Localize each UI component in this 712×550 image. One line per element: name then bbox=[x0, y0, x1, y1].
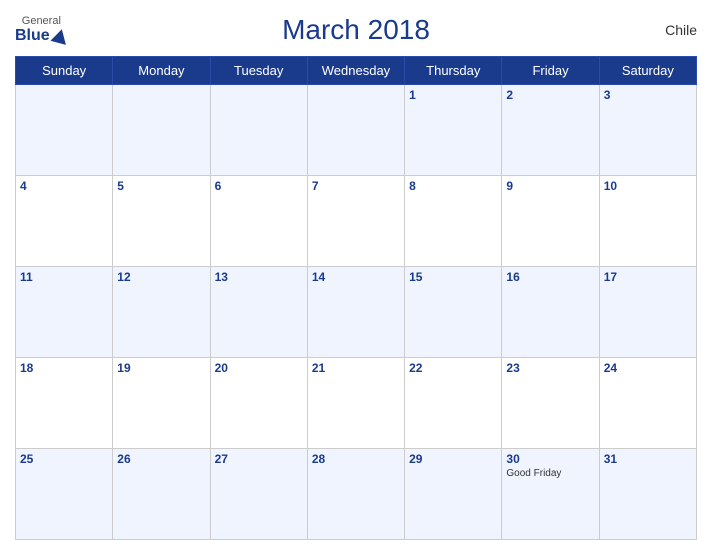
day-number: 22 bbox=[409, 361, 497, 375]
calendar-cell: 1 bbox=[405, 85, 502, 176]
calendar-cell bbox=[307, 85, 404, 176]
day-number: 16 bbox=[506, 270, 594, 284]
weekday-header-friday: Friday bbox=[502, 57, 599, 85]
calendar-cell: 14 bbox=[307, 267, 404, 358]
calendar-cell bbox=[16, 85, 113, 176]
weekday-header-row: SundayMondayTuesdayWednesdayThursdayFrid… bbox=[16, 57, 697, 85]
calendar-week-row: 25 26 27 28 29 30 Good Friday 31 bbox=[16, 449, 697, 540]
day-number: 2 bbox=[506, 88, 594, 102]
calendar-cell: 10 bbox=[599, 176, 696, 267]
calendar-cell: 20 bbox=[210, 358, 307, 449]
calendar-cell: 28 bbox=[307, 449, 404, 540]
calendar-week-row: 11 12 13 14 15 16 17 bbox=[16, 267, 697, 358]
calendar-cell: 25 bbox=[16, 449, 113, 540]
weekday-header-wednesday: Wednesday bbox=[307, 57, 404, 85]
calendar-cell: 15 bbox=[405, 267, 502, 358]
day-number: 17 bbox=[604, 270, 692, 284]
calendar-cell: 12 bbox=[113, 267, 210, 358]
calendar-header: General Blue March 2018 Chile bbox=[15, 10, 697, 50]
day-number: 7 bbox=[312, 179, 400, 193]
day-number: 8 bbox=[409, 179, 497, 193]
calendar-cell: 3 bbox=[599, 85, 696, 176]
weekday-header-tuesday: Tuesday bbox=[210, 57, 307, 85]
calendar-cell bbox=[113, 85, 210, 176]
calendar-cell: 23 bbox=[502, 358, 599, 449]
day-number: 24 bbox=[604, 361, 692, 375]
day-number: 18 bbox=[20, 361, 108, 375]
day-number: 3 bbox=[604, 88, 692, 102]
calendar-cell: 19 bbox=[113, 358, 210, 449]
calendar-cell: 16 bbox=[502, 267, 599, 358]
day-number: 30 bbox=[506, 452, 594, 466]
day-number: 14 bbox=[312, 270, 400, 284]
day-number: 25 bbox=[20, 452, 108, 466]
calendar-week-row: 123 bbox=[16, 85, 697, 176]
logo: General Blue bbox=[15, 15, 68, 45]
weekday-header-saturday: Saturday bbox=[599, 57, 696, 85]
calendar-cell: 27 bbox=[210, 449, 307, 540]
day-number: 11 bbox=[20, 270, 108, 284]
calendar-cell: 11 bbox=[16, 267, 113, 358]
day-number: 29 bbox=[409, 452, 497, 466]
logo-blue-text: Blue bbox=[15, 27, 68, 45]
calendar-cell: 2 bbox=[502, 85, 599, 176]
day-number: 9 bbox=[506, 179, 594, 193]
logo-general-text: General bbox=[22, 15, 61, 27]
calendar-cell: 31 bbox=[599, 449, 696, 540]
day-number: 15 bbox=[409, 270, 497, 284]
day-number: 23 bbox=[506, 361, 594, 375]
weekday-header-monday: Monday bbox=[113, 57, 210, 85]
day-number: 19 bbox=[117, 361, 205, 375]
day-number: 26 bbox=[117, 452, 205, 466]
calendar-body: 1234567891011121314151617181920212223242… bbox=[16, 85, 697, 540]
day-number: 4 bbox=[20, 179, 108, 193]
calendar-week-row: 456789 10 bbox=[16, 176, 697, 267]
day-number: 28 bbox=[312, 452, 400, 466]
calendar-title: March 2018 bbox=[282, 14, 430, 46]
calendar-cell: 8 bbox=[405, 176, 502, 267]
calendar-cell: 6 bbox=[210, 176, 307, 267]
day-number: 12 bbox=[117, 270, 205, 284]
calendar-cell: 17 bbox=[599, 267, 696, 358]
calendar-cell: 22 bbox=[405, 358, 502, 449]
calendar-cell: 5 bbox=[113, 176, 210, 267]
calendar-cell: 18 bbox=[16, 358, 113, 449]
day-number: 13 bbox=[215, 270, 303, 284]
day-number: 20 bbox=[215, 361, 303, 375]
calendar-cell: 30 Good Friday bbox=[502, 449, 599, 540]
day-number: 1 bbox=[409, 88, 497, 102]
calendar-cell: 24 bbox=[599, 358, 696, 449]
calendar-cell: 13 bbox=[210, 267, 307, 358]
weekday-header-sunday: Sunday bbox=[16, 57, 113, 85]
day-number: 21 bbox=[312, 361, 400, 375]
day-number: 31 bbox=[604, 452, 692, 466]
day-number: 5 bbox=[117, 179, 205, 193]
weekday-header-thursday: Thursday bbox=[405, 57, 502, 85]
day-number: 27 bbox=[215, 452, 303, 466]
day-number: 6 bbox=[215, 179, 303, 193]
calendar-cell: 29 bbox=[405, 449, 502, 540]
calendar-cell: 21 bbox=[307, 358, 404, 449]
day-number: 10 bbox=[604, 179, 692, 193]
event-label: Good Friday bbox=[506, 468, 594, 479]
calendar-cell bbox=[210, 85, 307, 176]
calendar-table: SundayMondayTuesdayWednesdayThursdayFrid… bbox=[15, 56, 697, 540]
calendar-cell: 7 bbox=[307, 176, 404, 267]
calendar-cell: 26 bbox=[113, 449, 210, 540]
calendar-cell: 9 bbox=[502, 176, 599, 267]
calendar-cell: 4 bbox=[16, 176, 113, 267]
calendar-week-row: 18 19 20 21 22 23 24 bbox=[16, 358, 697, 449]
country-label: Chile bbox=[665, 22, 697, 38]
logo-triangle-icon bbox=[50, 27, 69, 45]
